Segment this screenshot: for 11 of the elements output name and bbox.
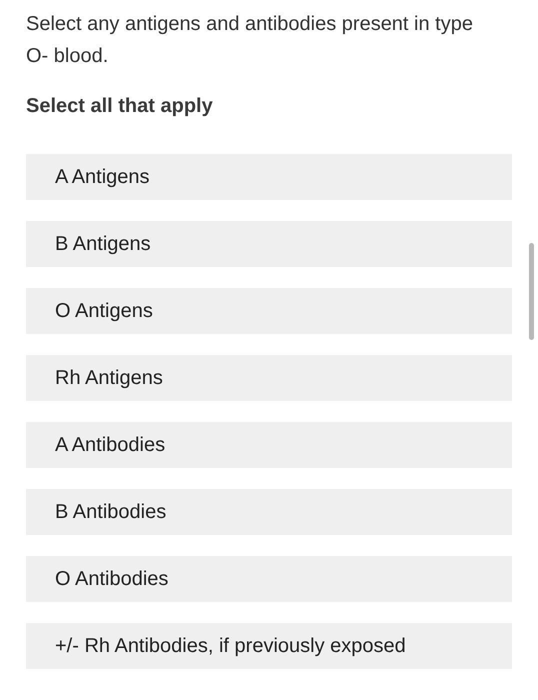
- answer-option[interactable]: O Antibodies: [26, 556, 512, 602]
- answer-option[interactable]: Rh Antigens: [26, 355, 512, 401]
- answer-option[interactable]: B Antigens: [26, 221, 512, 267]
- answer-option[interactable]: O Antigens: [26, 288, 512, 334]
- question-text: Select any antigens and antibodies present in type O- blood.: [26, 12, 474, 69]
- answer-option[interactable]: +/- Rh Antibodies, if previously exposed: [26, 623, 512, 669]
- answer-option[interactable]: B Antibodies: [26, 489, 512, 535]
- answer-option[interactable]: A Antigens: [26, 154, 512, 200]
- instruction-text: Select all that apply: [26, 94, 214, 119]
- answer-option[interactable]: A Antibodies: [26, 422, 512, 468]
- scroll-bar[interactable]: [529, 243, 534, 340]
